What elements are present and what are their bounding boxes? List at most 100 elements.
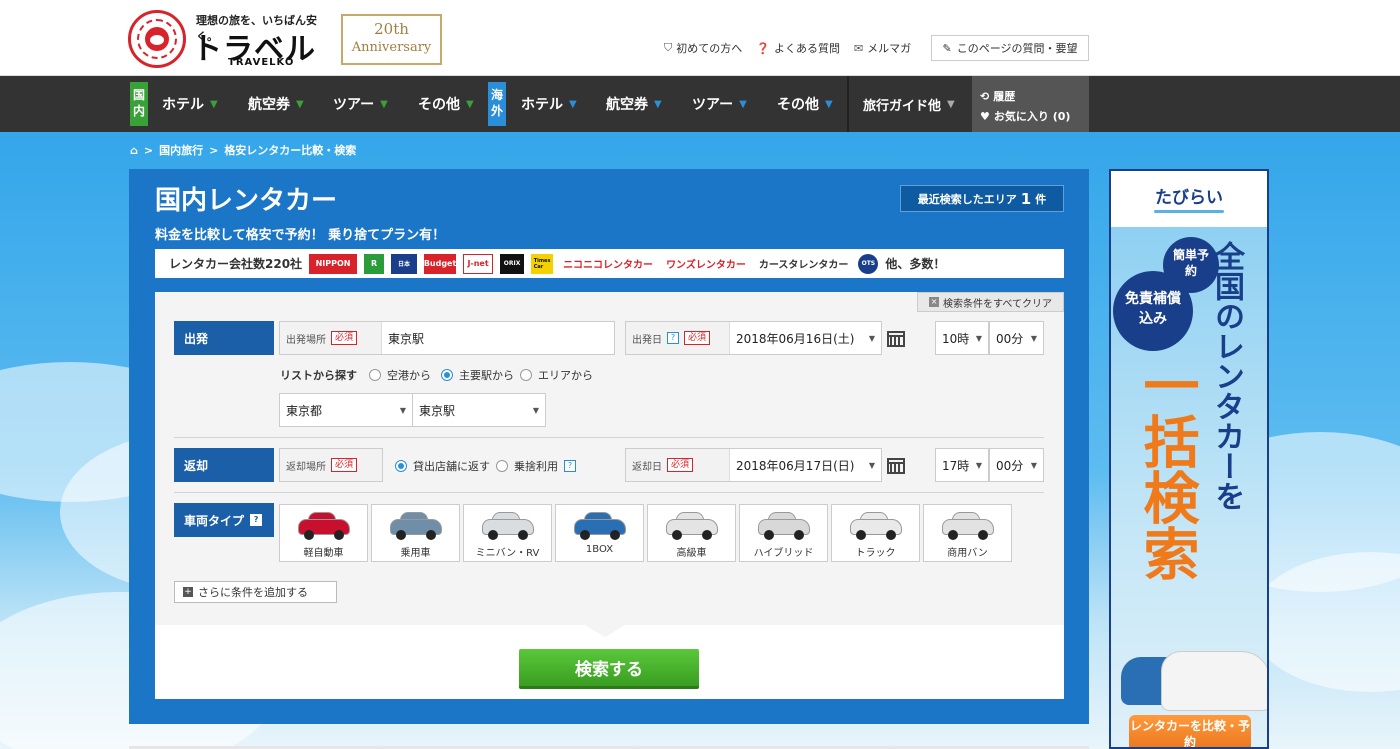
car-type-tile[interactable]: 1BOX bbox=[555, 504, 644, 562]
chevron-down-icon: ▼ bbox=[210, 98, 218, 110]
nav-domestic-tour[interactable]: ツアー ▼ bbox=[333, 76, 388, 132]
departure-label: 出発 bbox=[174, 321, 274, 355]
car-type-tile[interactable]: 乗用車 bbox=[371, 504, 460, 562]
calendar-icon[interactable] bbox=[886, 455, 906, 475]
nav-intl-tour[interactable]: ツアー ▼ bbox=[692, 76, 747, 132]
breadcrumb: ⌂ > 国内旅行 > 格安レンタカー比較・検索 bbox=[130, 142, 357, 158]
ad-headline-big: 一括検索 bbox=[1134, 357, 1199, 581]
ad-banner-tabirai[interactable]: たびらい 簡単予約 免責補償込み 全国のレンタカーを 一括検索 レンタカーを比較… bbox=[1109, 169, 1269, 749]
ad-body: 簡単予約 免責補償込み 全国のレンタカーを 一括検索 bbox=[1111, 227, 1267, 747]
nav-region-domestic: 国内 bbox=[130, 82, 148, 126]
return-options: 貸出店舗に返す 乗捨利用 ? bbox=[395, 458, 576, 474]
site-header: 理想の旅を、いちばん安く。 トラベルコ TRAVELKO 20th Annive… bbox=[0, 0, 1400, 111]
travelko-logo[interactable]: 理想の旅を、いちばん安く。 トラベルコ TRAVELKO bbox=[128, 10, 328, 111]
return-hour-select[interactable]: 17時 ▼ bbox=[935, 448, 989, 482]
station-select[interactable]: 東京駅 ▼ bbox=[412, 393, 546, 427]
car-type-tile[interactable]: トラック bbox=[831, 504, 920, 562]
recent-search-button[interactable]: 最近検索したエリア 1 件 bbox=[900, 185, 1064, 212]
chevron-down-icon: ▼ bbox=[654, 98, 662, 110]
clear-conditions-button[interactable]: × 検索条件をすべてクリア bbox=[917, 292, 1064, 312]
radio-return-same[interactable] bbox=[395, 460, 407, 472]
departure-minute-select[interactable]: 00分 ▼ bbox=[989, 321, 1044, 355]
company-logos-bar: レンタカー会社数220社 NIPPON R 日本 Budget J-net OR… bbox=[155, 249, 1064, 278]
nav-intl-hotel[interactable]: ホテル ▼ bbox=[521, 76, 577, 132]
company-logo-nippon: NIPPON bbox=[309, 253, 358, 274]
link-beginners[interactable]: ⛉ 初めての方へ bbox=[664, 40, 742, 56]
nav-favorites[interactable]: ♥ お気に入り (0) bbox=[980, 106, 1089, 126]
car-type-tile[interactable]: ハイブリッド bbox=[739, 504, 828, 562]
question-icon: ❓ bbox=[756, 41, 770, 55]
company-more: 他、多数！ bbox=[885, 257, 946, 271]
chevron-down-icon: ▼ bbox=[868, 333, 875, 343]
help-icon[interactable]: ? bbox=[564, 460, 576, 472]
form-divider bbox=[174, 437, 1044, 438]
close-icon: × bbox=[929, 297, 940, 307]
return-date-field[interactable]: 返却日 必須 2018年06月17日(日) ▼ bbox=[625, 448, 882, 482]
help-icon[interactable]: ? bbox=[667, 332, 679, 344]
chevron-down-icon: ▼ bbox=[1030, 333, 1037, 343]
car-type-label: 高級車 bbox=[676, 548, 707, 559]
return-minute-select[interactable]: 00分 ▼ bbox=[989, 448, 1044, 482]
company-logo-niconico: ニコニコレンタカー bbox=[560, 253, 657, 274]
search-button[interactable]: 検索する bbox=[519, 649, 699, 689]
nav-domestic-other[interactable]: その他 ▼ bbox=[418, 76, 474, 132]
nav-divider bbox=[847, 76, 849, 132]
company-logo-ones: ワンズレンタカー bbox=[663, 253, 749, 274]
chevron-down-icon: ▼ bbox=[825, 98, 833, 110]
company-logo-times: Times Car bbox=[531, 253, 554, 274]
car-type-tile[interactable]: 商用バン bbox=[923, 504, 1012, 562]
link-faq[interactable]: ❓ よくある質問 bbox=[756, 40, 840, 56]
nav-intl-flight[interactable]: 航空券 ▼ bbox=[606, 76, 662, 132]
home-icon[interactable]: ⌂ bbox=[130, 144, 138, 157]
link-newsletter[interactable]: ✉ メルマガ bbox=[854, 40, 911, 56]
nav-travel-guide[interactable]: 旅行ガイド他 ▼ bbox=[863, 76, 955, 132]
car-type-label: ハイブリッド bbox=[753, 548, 814, 559]
pencil-icon: ✎ bbox=[942, 41, 952, 55]
company-logo-r: R bbox=[364, 253, 385, 274]
departure-date-value: 2018年06月16日(土) bbox=[736, 331, 855, 346]
chevron-down-icon: ▼ bbox=[569, 98, 577, 110]
chevron-down-icon: ▼ bbox=[868, 460, 875, 470]
calendar-icon[interactable] bbox=[886, 328, 906, 348]
radio-one-way[interactable] bbox=[496, 460, 508, 472]
car-type-tile[interactable]: 軽自動車 bbox=[279, 504, 368, 562]
form-notch bbox=[585, 625, 625, 637]
radio-airport[interactable] bbox=[369, 369, 381, 381]
breadcrumb-domestic[interactable]: 国内旅行 bbox=[159, 142, 203, 158]
car-type-label: ミニバン・RV bbox=[475, 548, 540, 559]
chevron-down-icon: ▼ bbox=[739, 98, 747, 110]
departure-place-field[interactable]: 出発場所 必須 東京駅 bbox=[279, 321, 615, 355]
nav-intl-other[interactable]: その他 ▼ bbox=[777, 76, 833, 132]
car-type-label: 商用バン bbox=[947, 548, 988, 559]
nav-history[interactable]: ⟲ 履歴 bbox=[980, 86, 1089, 106]
departure-date-field[interactable]: 出発日? 必須 2018年06月16日(土) ▼ bbox=[625, 321, 882, 355]
main-nav: 国内 ホテル ▼ 航空券 ▼ ツアー ▼ その他 ▼ 海外 ホテル ▼ 航空券 ▼ ツアー ▼… bbox=[0, 76, 1400, 132]
nav-history-favorites: ⟲ 履歴 ♥ お気に入り (0) bbox=[972, 76, 1089, 132]
chevron-down-icon: ▼ bbox=[380, 98, 388, 110]
car-type-tile[interactable]: 高級車 bbox=[647, 504, 736, 562]
chevron-down-icon: ▼ bbox=[532, 405, 539, 415]
prefecture-select[interactable]: 東京都 ▼ bbox=[279, 393, 413, 427]
car-icon bbox=[664, 511, 720, 541]
car-type-tile[interactable]: ミニバン・RV bbox=[463, 504, 552, 562]
chevron-down-icon: ▼ bbox=[466, 98, 474, 110]
car-icon bbox=[296, 511, 352, 541]
car-icon bbox=[940, 511, 996, 541]
company-logo-carsta: カースタレンタカー bbox=[755, 253, 852, 274]
car-type-label: トラック bbox=[855, 548, 896, 559]
chevron-down-icon: ▼ bbox=[1030, 460, 1037, 470]
company-logo-ots: OTS bbox=[858, 253, 879, 274]
required-badge: 必須 bbox=[331, 331, 358, 345]
nav-domestic-flight[interactable]: 航空券 ▼ bbox=[248, 76, 304, 132]
car-type-label: 軽自動車 bbox=[303, 548, 344, 559]
radio-station[interactable] bbox=[441, 369, 453, 381]
page-subtitle: 料金を比較して格安で予約！ 乗り捨てプラン有！ bbox=[155, 228, 446, 243]
feedback-button[interactable]: ✎ このページの質問・要望 bbox=[931, 35, 1089, 61]
nav-domestic-hotel[interactable]: ホテル ▼ bbox=[162, 76, 218, 132]
ad-cta-button[interactable]: レンタカーを比較・予約 bbox=[1129, 715, 1251, 747]
help-icon[interactable]: ? bbox=[250, 514, 263, 526]
departure-hour-select[interactable]: 10時 ▼ bbox=[935, 321, 989, 355]
add-condition-button[interactable]: + さらに条件を追加する bbox=[174, 581, 337, 603]
radio-area[interactable] bbox=[520, 369, 532, 381]
required-badge: 必須 bbox=[331, 458, 358, 472]
